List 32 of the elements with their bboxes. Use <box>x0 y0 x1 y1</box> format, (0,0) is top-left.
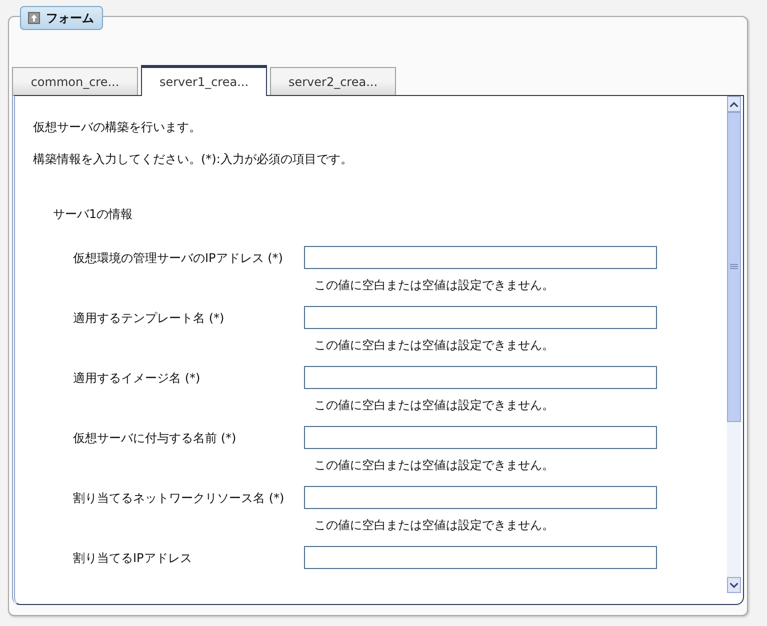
error-message: この値に空白または空値は設定できません。 <box>313 397 555 413</box>
field-label: 仮想環境の管理サーバのIPアドレス (*) <box>72 250 284 267</box>
scroll-up-button[interactable] <box>727 96 741 112</box>
tab[interactable]: common_cre... <box>12 67 138 95</box>
tab[interactable]: server2_crea... <box>270 67 396 95</box>
intro-text: 構築情報を入力してください。(*):入力が必須の項目です。 <box>33 151 354 167</box>
caret-down-icon <box>730 582 738 588</box>
input-field[interactable] <box>304 486 657 509</box>
intro-text: 仮想サーバの構築を行います。 <box>33 119 202 135</box>
input-field[interactable] <box>304 426 657 449</box>
field-label: 割り当てるIPアドレス <box>72 550 193 567</box>
field-label: 割り当てるネットワークリソース名 (*) <box>72 490 286 507</box>
error-message: この値に空白または空値は設定できません。 <box>313 517 555 533</box>
field-label: 適用するイメージ名 (*) <box>72 370 202 387</box>
input-field[interactable] <box>304 546 657 569</box>
collapse-icon[interactable] <box>28 12 40 24</box>
input-field[interactable] <box>304 366 657 389</box>
error-message: この値に空白または空値は設定できません。 <box>313 457 555 473</box>
field-label: 適用するテンプレート名 (*) <box>72 310 226 327</box>
grip-icon <box>730 264 738 270</box>
section-heading: サーバ1の情報 <box>53 206 134 222</box>
field-label: 仮想サーバに付与する名前 (*) <box>72 430 238 447</box>
scroll-thumb[interactable] <box>727 112 741 422</box>
scrollbar[interactable] <box>727 96 741 593</box>
input-field[interactable] <box>304 306 657 329</box>
error-message: この値に空白または空値は設定できません。 <box>313 277 555 293</box>
caret-up-icon <box>730 102 738 106</box>
error-message: この値に空白または空値は設定できません。 <box>313 337 555 353</box>
title-text: フォーム <box>46 10 94 26</box>
scroll-down-button[interactable] <box>727 577 741 593</box>
tab[interactable]: server1_crea... <box>141 65 267 96</box>
input-field[interactable] <box>304 246 657 269</box>
